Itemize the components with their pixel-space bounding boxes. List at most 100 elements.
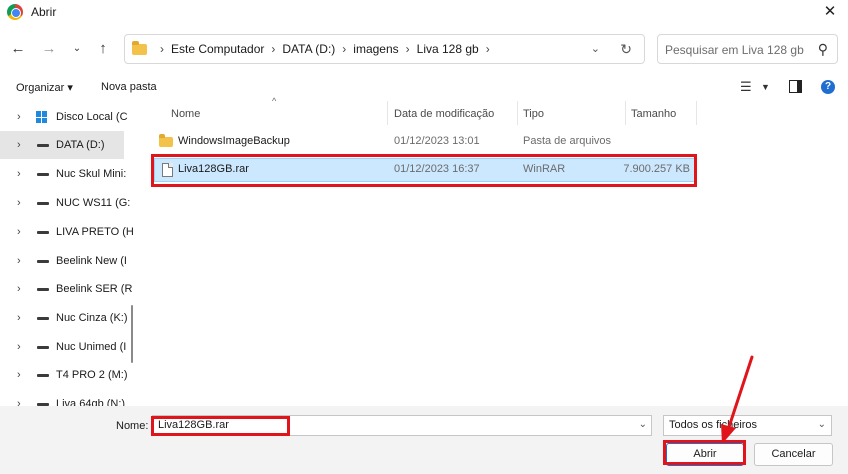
search-icon[interactable]: ⚲ xyxy=(818,41,828,58)
folder-icon xyxy=(159,134,173,147)
folder-icon xyxy=(132,40,147,55)
breadcrumb-imagens[interactable]: imagens xyxy=(353,42,398,56)
navigation-bar: ← → ⌄ ↑ › Este Computador › DATA (D:) › … xyxy=(0,32,848,66)
view-options-icon[interactable]: ▼ xyxy=(761,82,770,92)
chevron-down-icon[interactable]: ⌄ xyxy=(68,40,86,58)
file-modified: 01/12/2023 13:01 xyxy=(394,135,480,147)
column-header-name[interactable]: Nome xyxy=(171,108,200,120)
file-name: WindowsImageBackup xyxy=(178,135,290,147)
arrow-left-icon[interactable]: ← xyxy=(9,40,27,58)
search-placeholder: Pesquisar em Liva 128 gb xyxy=(665,43,804,57)
help-icon[interactable]: ? xyxy=(821,80,835,94)
sidebar-item-beelink-ser[interactable]: › Beelink SER (R xyxy=(0,275,132,303)
list-item-windowsimagebackup[interactable]: WindowsImageBackup 01/12/2023 13:01 Past… xyxy=(154,130,696,154)
chevron-right-icon: › xyxy=(160,42,164,56)
chevron-right-icon: › xyxy=(485,42,490,56)
file-type-value: Todos os ficheiros xyxy=(669,419,758,431)
highlight-open-button xyxy=(663,440,746,465)
refresh-icon[interactable]: ↻ xyxy=(620,41,632,58)
breadcrumb-este-computador[interactable]: Este Computador xyxy=(171,42,264,56)
windows-drive-icon xyxy=(36,111,48,123)
sidebar-item-nuc-cinza[interactable]: › Nuc Cinza (K:) xyxy=(0,304,128,332)
sidebar-item-label: Nuc Unimed (I xyxy=(56,341,127,353)
chevron-right-icon[interactable]: › xyxy=(17,283,21,295)
file-type-select[interactable]: Todos os ficheiros ⌄ xyxy=(663,415,832,436)
navigation-pane: › Disco Local (C › DATA (D:) › Nuc Skul … xyxy=(0,101,138,406)
column-divider[interactable] xyxy=(517,101,518,125)
drive-icon xyxy=(37,231,49,234)
sidebar-item-label: DATA (D:) xyxy=(56,139,105,151)
file-list: ^ Nome Data de modificação Tipo Tamanho … xyxy=(139,96,848,406)
highlight-filename xyxy=(151,416,290,436)
chevron-right-icon: › xyxy=(342,42,347,56)
address-dropdown-icon[interactable]: ⌄ xyxy=(591,42,600,55)
sidebar-item-beelink-new[interactable]: › Beelink New (I xyxy=(0,247,127,275)
drive-icon xyxy=(37,202,49,205)
drive-icon xyxy=(37,374,49,377)
sidebar-scrollbar[interactable] xyxy=(131,305,133,363)
sidebar-item-label: T4 PRO 2 (M:) xyxy=(56,369,128,381)
search-input[interactable]: Pesquisar em Liva 128 gb ⚲ xyxy=(657,34,838,64)
sidebar-item-liva-preto[interactable]: › LIVA PRETO (H xyxy=(0,218,134,246)
chevron-down-icon[interactable]: ⌄ xyxy=(818,419,826,430)
breadcrumb-liva-128[interactable]: Liva 128 gb xyxy=(417,42,479,56)
preview-pane-icon[interactable] xyxy=(789,80,802,93)
chevron-right-icon[interactable]: › xyxy=(17,369,21,381)
sidebar-item-label: LIVA PRETO (H xyxy=(56,226,134,238)
sidebar-item-label: NUC WS11 (G: xyxy=(56,197,131,209)
arrow-up-icon[interactable]: ↑ xyxy=(94,40,112,58)
arrow-right-icon[interactable]: → xyxy=(40,40,58,58)
chevron-right-icon[interactable]: › xyxy=(17,341,21,353)
chevron-right-icon[interactable]: › xyxy=(17,255,21,267)
sidebar-item-label: Nuc Cinza (K:) xyxy=(56,312,128,324)
drive-icon xyxy=(37,173,49,176)
column-divider[interactable] xyxy=(387,101,388,125)
column-header-modified[interactable]: Data de modificação xyxy=(394,108,494,120)
sidebar-item-nuc-skul[interactable]: › Nuc Skul Mini: xyxy=(0,160,127,188)
column-header-type[interactable]: Tipo xyxy=(523,108,544,120)
sidebar-item-label: Liva 64gb (N:) xyxy=(56,398,126,406)
cancel-button[interactable]: Cancelar xyxy=(754,443,833,466)
chevron-right-icon[interactable]: › xyxy=(17,398,21,406)
sort-ascending-icon: ^ xyxy=(272,96,277,106)
drive-icon xyxy=(37,317,49,320)
sidebar-item-label: Beelink New (I xyxy=(56,255,127,267)
chrome-icon xyxy=(7,4,23,20)
file-type: Pasta de arquivos xyxy=(523,135,612,147)
sidebar-item-data-d[interactable]: › DATA (D:) xyxy=(0,131,124,159)
window-title: Abrir xyxy=(31,5,57,19)
chevron-right-icon: › xyxy=(271,42,276,56)
filename-label: Nome: xyxy=(116,420,149,432)
new-folder-button[interactable]: Nova pasta xyxy=(101,81,157,93)
address-bar[interactable]: › Este Computador › DATA (D:) › imagens … xyxy=(124,34,645,64)
highlight-selected-file xyxy=(151,154,697,187)
close-icon[interactable]: ✕ xyxy=(820,2,840,22)
sidebar-item-liva-64[interactable]: › Liva 64gb (N:) xyxy=(0,390,126,406)
sidebar-item-disco-local[interactable]: › Disco Local (C xyxy=(0,103,128,131)
command-toolbar: Organizar ▾ Nova pasta ☰ ▼ ? xyxy=(0,76,848,100)
sidebar-item-nuc-unimed[interactable]: › Nuc Unimed (I xyxy=(0,333,127,361)
view-list-icon[interactable]: ☰ xyxy=(740,79,752,95)
breadcrumb-data-d[interactable]: DATA (D:) xyxy=(282,42,335,56)
drive-icon xyxy=(37,288,49,291)
sidebar-item-label: Beelink SER (R xyxy=(56,283,133,295)
drive-icon xyxy=(37,260,49,263)
column-divider[interactable] xyxy=(696,101,697,125)
column-divider[interactable] xyxy=(625,101,626,125)
drive-icon xyxy=(37,144,49,147)
title-bar: Abrir ✕ xyxy=(0,0,848,24)
sidebar-item-nuc-ws11[interactable]: › NUC WS11 (G: xyxy=(0,189,130,217)
chevron-right-icon: › xyxy=(405,42,410,56)
chevron-right-icon[interactable]: › xyxy=(17,226,21,238)
chevron-right-icon[interactable]: › xyxy=(17,312,21,324)
chevron-down-icon[interactable]: ⌄ xyxy=(639,419,647,430)
sidebar-item-t4-pro[interactable]: › T4 PRO 2 (M:) xyxy=(0,361,128,389)
chevron-right-icon[interactable]: › xyxy=(17,111,21,123)
chevron-right-icon[interactable]: › xyxy=(17,168,21,180)
column-header-size[interactable]: Tamanho xyxy=(631,108,676,120)
chevron-right-icon[interactable]: › xyxy=(17,197,21,209)
organize-button[interactable]: Organizar ▾ xyxy=(16,81,73,94)
drive-icon xyxy=(37,346,49,349)
chevron-right-icon[interactable]: › xyxy=(17,139,21,151)
sidebar-item-label: Nuc Skul Mini: xyxy=(56,168,127,180)
